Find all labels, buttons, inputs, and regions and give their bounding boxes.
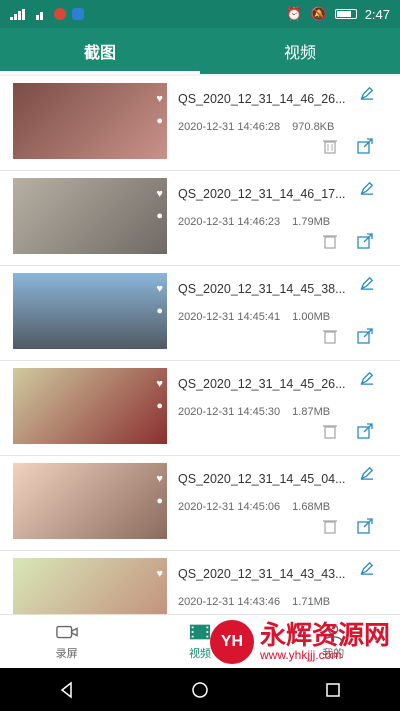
thumbnail[interactable]: ♥ ● <box>13 463 167 539</box>
nav-label: 视频 <box>188 647 211 660</box>
item-date: 2020-12-31 14:45:06 <box>178 501 281 513</box>
trash-icon[interactable] <box>322 328 338 344</box>
item-date: 2020-12-31 14:46:23 <box>178 216 281 228</box>
share-icon[interactable] <box>357 233 373 249</box>
item-date: 2020-12-31 14:46:28 <box>178 121 281 133</box>
trash-icon[interactable] <box>322 233 338 249</box>
list-item[interactable]: ♥ QS_2020_12_31_14_43_43... 2020-12-31 1… <box>0 551 400 614</box>
film-icon <box>189 624 211 639</box>
nav-label: 录屏 <box>55 647 78 660</box>
item-title: QS_2020_12_31_14_46_26... <box>178 92 346 106</box>
app-notification-icon <box>72 8 84 20</box>
thumbnail[interactable]: ♥ <box>13 558 167 614</box>
share-icon[interactable] <box>357 518 373 534</box>
thumbnail[interactable]: ♥ ● <box>13 273 167 349</box>
item-date: 2020-12-31 14:45:30 <box>178 406 281 418</box>
trash-icon[interactable] <box>322 518 338 534</box>
back-icon[interactable] <box>57 680 77 700</box>
video-camera-icon <box>55 625 78 638</box>
comment-icon: ● <box>156 115 163 127</box>
watermark-logo: YH <box>209 620 254 664</box>
watermark-url: www.yhkjjj.com <box>259 648 342 662</box>
home-icon[interactable] <box>190 680 210 700</box>
nav-record[interactable]: 录屏 <box>0 615 133 668</box>
list-item[interactable]: ♥ ● QS_2020_12_31_14_45_26... 2020-12-31 … <box>0 361 400 456</box>
battery-icon <box>334 9 357 19</box>
item-date: 2020-12-31 14:43:46 <box>178 596 281 608</box>
item-title: QS_2020_12_31_14_45_38... <box>178 282 346 296</box>
edit-icon[interactable] <box>360 561 374 575</box>
item-title: QS_2020_12_31_14_45_04... <box>178 472 346 486</box>
share-icon[interactable] <box>357 423 373 439</box>
share-icon[interactable] <box>357 138 373 154</box>
list-item[interactable]: ♥ ● QS_2020_12_31_14_46_26... 2020-12-31 … <box>0 76 400 171</box>
comment-icon: ● <box>156 305 163 317</box>
tab-bar: 截图 视频 <box>0 28 400 74</box>
heart-icon: ♥ <box>156 93 163 105</box>
recents-icon[interactable] <box>323 680 343 700</box>
system-navigation-bar <box>0 668 400 711</box>
trash-icon[interactable] <box>322 423 338 439</box>
thumbnail[interactable]: ♥ ● <box>13 83 167 159</box>
item-date: 2020-12-31 14:45:41 <box>178 311 281 323</box>
item-title: QS_2020_12_31_14_46_17... <box>178 187 346 201</box>
trash-icon[interactable] <box>322 138 338 154</box>
edit-icon[interactable] <box>360 371 374 385</box>
comment-icon: ● <box>156 495 163 507</box>
edit-icon[interactable] <box>360 181 374 195</box>
thumbnail[interactable]: ♥ ● <box>13 368 167 444</box>
list-item[interactable]: ♥ ● QS_2020_12_31_14_45_38... 2020-12-31 … <box>0 266 400 361</box>
item-title: QS_2020_12_31_14_43_43... <box>178 567 346 581</box>
share-icon[interactable] <box>357 328 373 344</box>
signal-icon <box>10 8 26 20</box>
alarm-icon: ⏰ <box>286 6 303 21</box>
item-size: 1.68MB <box>292 501 331 513</box>
edit-icon[interactable] <box>360 466 374 480</box>
heart-icon: ♥ <box>156 378 163 390</box>
wifi-icon <box>32 9 48 20</box>
heart-icon: ♥ <box>156 283 163 295</box>
heart-icon: ♥ <box>156 568 163 580</box>
edit-icon[interactable] <box>360 276 374 290</box>
item-title: QS_2020_12_31_14_45_26... <box>178 377 346 391</box>
thumbnail[interactable]: ♥ ● <box>13 178 167 254</box>
watermark-name: 永辉资源网 <box>259 620 390 650</box>
list-item[interactable]: ♥ ● QS_2020_12_31_14_46_17... 2020-12-31 … <box>0 171 400 266</box>
item-size: 1.79MB <box>292 216 331 228</box>
item-size: 1.87MB <box>292 406 331 418</box>
heart-icon: ♥ <box>156 188 163 200</box>
comment-icon: ● <box>156 210 163 222</box>
tab-video[interactable]: 视频 <box>200 28 400 74</box>
file-list[interactable]: ♥ ● QS_2020_12_31_14_46_26... 2020-12-31 … <box>0 76 400 614</box>
heart-icon: ♥ <box>156 473 163 485</box>
mute-icon: 🔕 <box>310 6 327 21</box>
status-bar: ⏰ 🔕 2:47 <box>0 0 400 28</box>
watermark: YH 永辉资源网 www.yhkjjj.com <box>209 620 390 664</box>
clock: 2:47 <box>364 6 390 22</box>
edit-icon[interactable] <box>360 86 374 100</box>
item-size: 1.00MB <box>292 311 331 323</box>
tab-screenshot[interactable]: 截图 <box>0 28 200 74</box>
item-size: 970.8KB <box>292 121 335 133</box>
app-notification-icon <box>54 8 66 20</box>
list-item[interactable]: ♥ ● QS_2020_12_31_14_45_04... 2020-12-31 … <box>0 456 400 551</box>
comment-icon: ● <box>156 400 163 412</box>
item-size: 1.71MB <box>292 596 331 608</box>
